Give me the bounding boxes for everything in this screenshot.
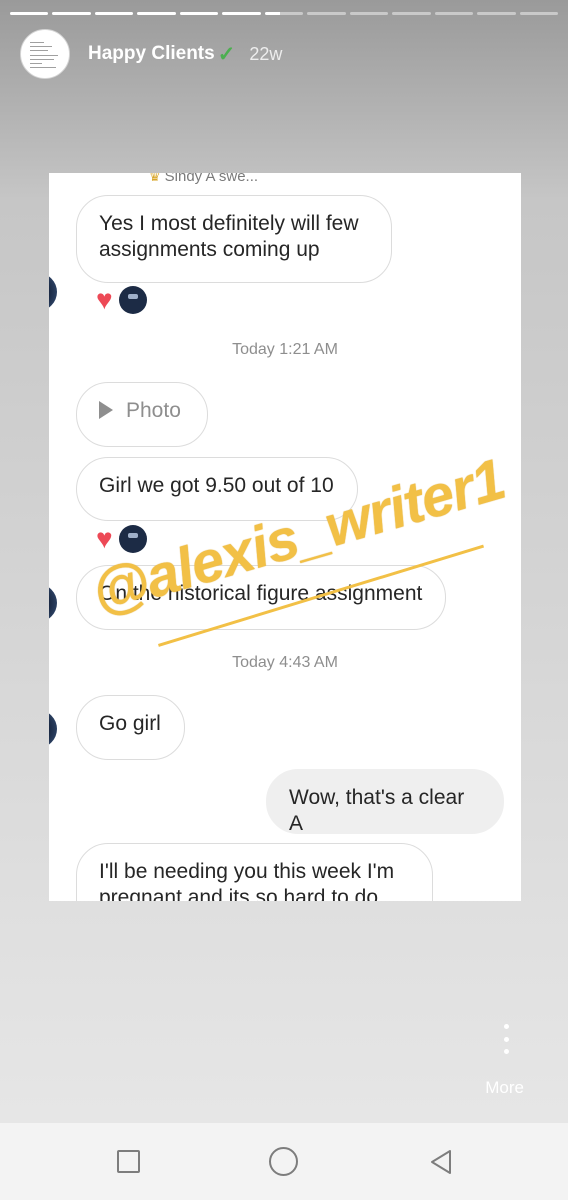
heart-icon: ♥ (96, 523, 113, 554)
progress-segment-current (264, 12, 304, 15)
story-age: 22w (249, 43, 283, 64)
more-button[interactable]: More (485, 1078, 524, 1098)
photo-message[interactable]: Photo (76, 382, 208, 447)
progress-segment (477, 12, 516, 15)
timestamp: Today 4:43 AM (232, 654, 338, 671)
progress-segment (349, 12, 389, 15)
progress-segment (519, 12, 559, 15)
sent-message-bubble: Wow, that's a clear A (266, 769, 504, 835)
heart-icon: ♥ (96, 284, 113, 315)
story-progress-bar (10, 12, 559, 15)
message-bubble: I'll be needing you this week I'm pregna… (76, 843, 433, 901)
progress-segment (179, 12, 219, 15)
story-header: Happy Clients ✓ 22w (20, 28, 548, 80)
timestamp: Today 1:21 AM (232, 341, 338, 358)
message-bubble: Yes I most definitely will few assignmen… (76, 195, 392, 283)
author-name[interactable]: Happy Clients (88, 43, 215, 65)
system-navigation-bar (0, 1123, 568, 1200)
home-icon[interactable] (269, 1147, 298, 1176)
progress-segment (307, 12, 346, 15)
photo-label: Photo (126, 399, 181, 422)
more-options-icon[interactable] (502, 1024, 510, 1054)
contact-name: ♛ Sindy A swe... (149, 173, 258, 185)
chat-topbar: ♛ Sindy A swe... (49, 173, 521, 185)
progress-segment (10, 12, 49, 15)
verified-check-icon: ✓ (217, 42, 236, 66)
progress-segment (392, 12, 431, 15)
progress-segment (94, 12, 134, 15)
crown-icon: ♛ (149, 173, 161, 184)
message-reactions: ♥ (96, 286, 147, 314)
author-avatar[interactable] (20, 29, 70, 79)
reactor-avatar (118, 286, 147, 314)
recent-apps-icon[interactable] (117, 1150, 140, 1173)
message-bubble: Go girl (76, 695, 185, 760)
progress-segment (52, 12, 91, 15)
sender-avatar (49, 710, 57, 748)
back-icon[interactable] (426, 1147, 456, 1177)
progress-segment (222, 12, 261, 15)
play-icon (99, 401, 113, 419)
sender-avatar (49, 273, 57, 311)
progress-segment (137, 12, 176, 15)
sender-avatar (49, 584, 57, 622)
progress-segment (434, 12, 474, 15)
